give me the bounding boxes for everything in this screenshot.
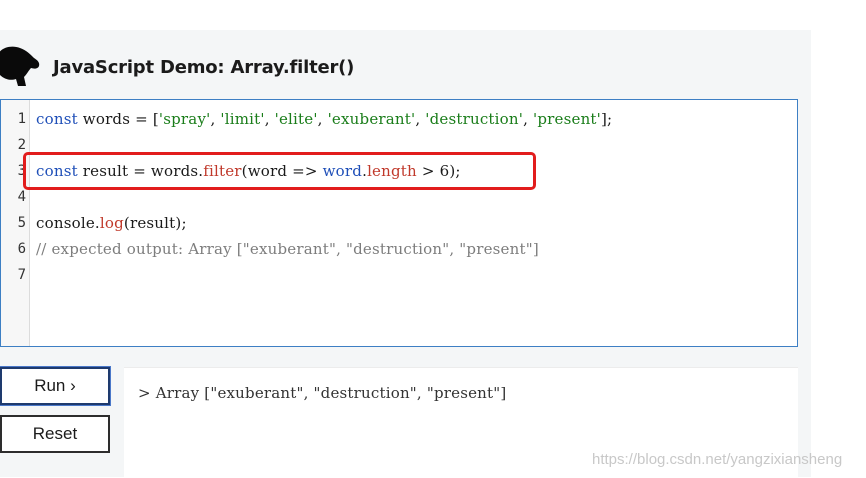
- page-title: JavaScript Demo: Array.filter(): [53, 57, 355, 78]
- line-number: 4: [17, 189, 26, 205]
- code-line-1: const words = ['spray', 'limit', 'elite'…: [36, 110, 612, 128]
- run-button[interactable]: Run ›: [0, 367, 110, 405]
- code-text: console.: [36, 214, 100, 232]
- code-function: log: [99, 214, 124, 232]
- code-text: ,: [264, 110, 275, 128]
- code-text: ,: [317, 110, 328, 128]
- reset-button[interactable]: Reset: [0, 415, 110, 453]
- code-string: 'destruction': [425, 110, 524, 128]
- code-string: 'spray': [158, 110, 211, 128]
- code-text: ];: [600, 110, 613, 128]
- code-string: 'limit': [220, 110, 265, 128]
- dinosaur-logo-icon: [0, 46, 40, 86]
- code-text: words = [: [77, 110, 159, 128]
- code-text: ,: [415, 110, 426, 128]
- line-number: 6: [17, 241, 26, 257]
- code-string: 'present': [533, 110, 601, 128]
- code-line-6: // expected output: Array ["exuberant", …: [36, 240, 539, 258]
- code-keyword: const: [36, 110, 78, 128]
- code-text: (result);: [123, 214, 187, 232]
- watermark: https://blog.csdn.net/yangzixiansheng: [592, 451, 843, 468]
- line-number: 7: [17, 267, 26, 283]
- code-editor[interactable]: 1 2 3 4 5 6 7 const words = ['spray', 'l…: [0, 99, 798, 347]
- line-number: 5: [17, 215, 26, 231]
- highlight-annotation-box: [23, 152, 536, 190]
- line-number-gutter: 1 2 3 4 5 6 7: [1, 100, 30, 346]
- line-number: 1: [17, 111, 26, 127]
- code-text: ,: [210, 110, 221, 128]
- code-line-5: console.log(result);: [36, 214, 187, 232]
- line-number: 2: [17, 137, 26, 153]
- output-text: > Array ["exuberant", "destruction", "pr…: [138, 384, 507, 402]
- code-string: 'exuberant': [327, 110, 416, 128]
- code-text: ,: [523, 110, 534, 128]
- code-string: 'elite': [274, 110, 318, 128]
